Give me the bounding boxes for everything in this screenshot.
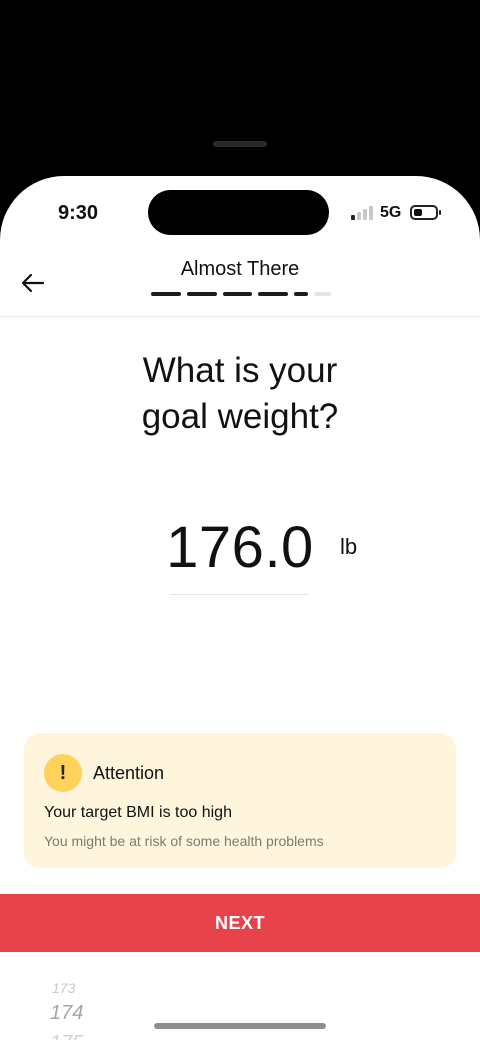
progress-indicator [151, 292, 332, 296]
progress-segment [313, 292, 332, 296]
picker-item[interactable]: 175 [50, 1032, 83, 1040]
header-divider [0, 316, 480, 317]
page-question: What is your goal weight? [0, 348, 480, 440]
header-title: Almost There [180, 258, 300, 280]
attention-title: Attention [93, 763, 165, 783]
weight-value: 176.0 [166, 515, 314, 580]
status-time: 9:30 [58, 202, 99, 224]
progress-segment [294, 292, 308, 296]
battery-icon [410, 205, 441, 220]
progress-segment [186, 292, 217, 296]
phone-screen: 9:30 5G Almost There What is your goal w… [0, 176, 480, 1040]
attention-message: Your target BMI is too high [44, 804, 232, 821]
progress-segment [222, 292, 253, 296]
question-line-1: What is your [142, 351, 338, 390]
top-handle [213, 141, 267, 147]
weight-display[interactable]: 176.0 lb [0, 514, 480, 581]
question-line-2: goal weight? [141, 397, 339, 436]
weight-unit: lb [340, 534, 358, 559]
network-label: 5G [380, 204, 402, 221]
picker-item[interactable]: 173 [52, 980, 75, 996]
exclamation-icon: ! [44, 754, 82, 792]
picker-item[interactable]: 174 [50, 1002, 83, 1025]
progress-segment [151, 292, 181, 296]
progress-segment [258, 292, 289, 296]
attention-card: ! Attention Your target BMI is too high … [24, 733, 456, 868]
home-indicator[interactable] [154, 1023, 326, 1029]
dynamic-island [148, 190, 329, 235]
next-button[interactable]: NEXT [0, 894, 480, 952]
weight-underline [170, 594, 309, 595]
attention-subtext: You might be at risk of some health prob… [44, 833, 324, 849]
signal-icon [351, 206, 375, 220]
